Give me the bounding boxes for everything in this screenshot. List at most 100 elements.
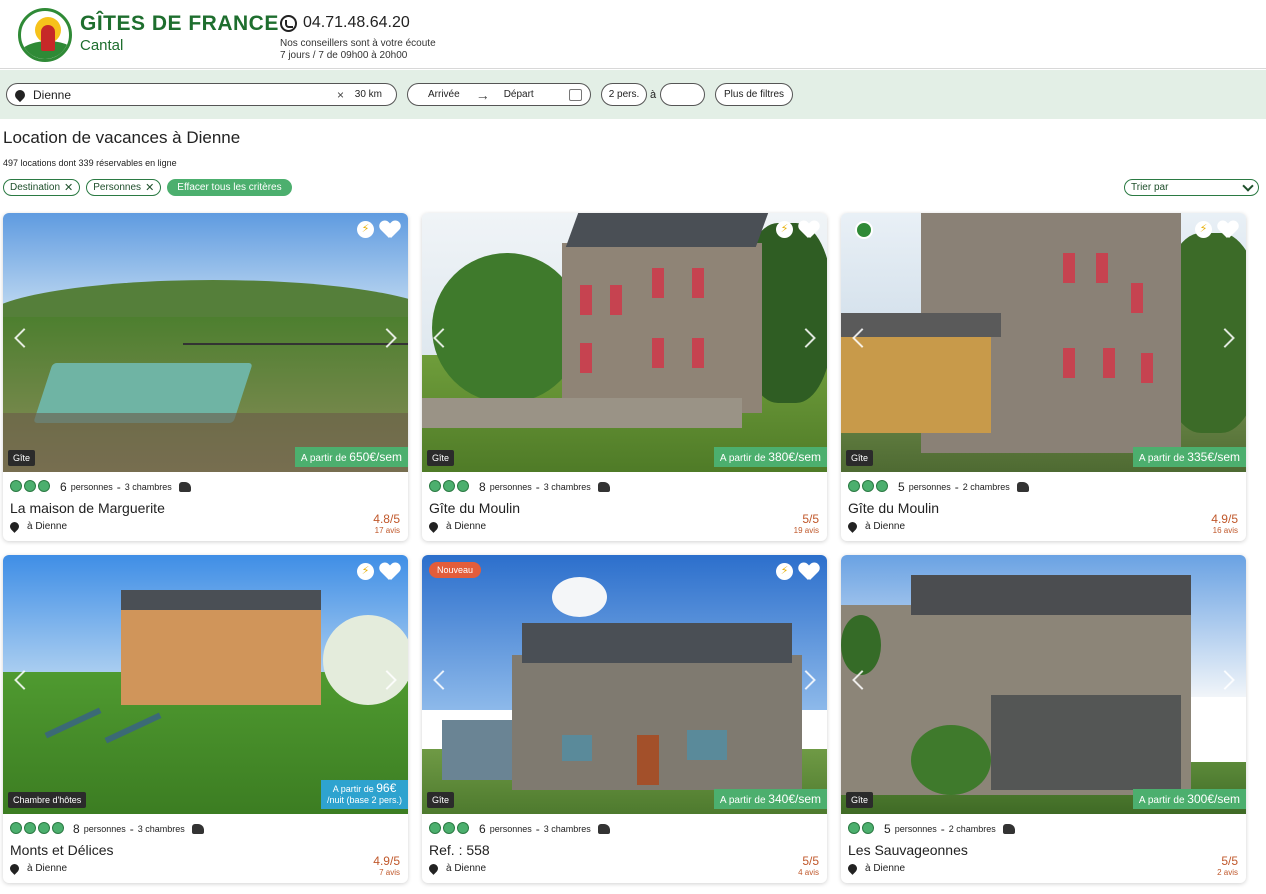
capacity: 8 personnes - 3 chambres	[479, 480, 610, 494]
listing-type-badge: Gîte	[8, 450, 36, 466]
review-score[interactable]: 5/5 2 avis	[1217, 855, 1238, 878]
listing-photo[interactable]: ⚡ Chambre d'hôtes A partir de 96€/nuit (…	[3, 555, 408, 814]
listing-location: à Dienne	[8, 862, 67, 875]
listing-name[interactable]: Monts et Délices	[10, 842, 113, 858]
listing-type-badge: Gîte	[427, 792, 455, 808]
favorite-heart-icon[interactable]	[380, 221, 400, 239]
clear-destination-icon[interactable]: ×	[337, 88, 344, 102]
capacity: 8 personnes - 3 chambres	[73, 822, 204, 836]
remove-filter-icon[interactable]: ✕	[64, 181, 73, 194]
epi-icon	[24, 480, 36, 492]
listing-photo[interactable]: Nouveau ⚡ Gîte A partir de 340€/sem	[422, 555, 827, 814]
listing-card[interactable]: ⚡ Gîte A partir de 650€/sem 6 personnes …	[3, 213, 408, 541]
epi-rating	[10, 480, 50, 492]
brand-title: GÎTES DE FRANCE	[80, 12, 279, 35]
persons-label: personnes	[70, 482, 113, 492]
listing-location: à Dienne	[427, 520, 486, 533]
separator: -	[129, 822, 134, 836]
price-badge: A partir de 380€/sem	[713, 447, 827, 467]
rooms-count: 3 chambres	[543, 482, 591, 492]
clear-all-filters-button[interactable]: Effacer tous les critères	[167, 179, 292, 196]
epi-icon	[457, 822, 469, 834]
calendar-icon	[569, 89, 582, 101]
capacity: 5 personnes - 2 chambres	[884, 822, 1015, 836]
site-header: GÎTES DE FRANCE Cantal 04.71.48.64.20 No…	[0, 0, 1266, 69]
filter-chip-persons[interactable]: Personnes ✕	[86, 179, 162, 196]
listing-type-badge: Chambre d'hôtes	[8, 792, 87, 808]
listing-card[interactable]: Gîte A partir de 300€/sem 5 personnes - …	[841, 555, 1246, 883]
search-bar: Dienne × 30 km Arrivée → Départ 2 pers. …	[0, 70, 1266, 119]
phone-number[interactable]: 04.71.48.64.20	[280, 14, 410, 32]
rooms-count: 2 chambres	[948, 824, 996, 834]
location-text: à Dienne	[865, 863, 906, 874]
listing-name[interactable]: Ref. : 558	[429, 842, 490, 858]
listing-location: à Dienne	[846, 520, 905, 533]
pets-allowed-icon	[191, 824, 204, 834]
review-score[interactable]: 4.9/5 7 avis	[373, 855, 400, 878]
price-prefix: A partir de	[719, 453, 766, 464]
destination-field[interactable]: Dienne × 30 km	[6, 83, 397, 106]
listing-location: à Dienne	[427, 862, 486, 875]
listing-photo[interactable]: ⚡ Gîte A partir de 650€/sem	[3, 213, 408, 472]
favorite-heart-icon[interactable]	[799, 221, 819, 239]
location-pin-icon	[427, 520, 440, 533]
rooms-count: 3 chambres	[543, 824, 591, 834]
persons-to-label: à	[650, 89, 657, 101]
review-score[interactable]: 5/5 19 avis	[794, 513, 819, 536]
epi-icon	[443, 822, 455, 834]
instant-booking-icon: ⚡	[776, 563, 793, 580]
listing-name[interactable]: Gîte du Moulin	[429, 500, 520, 516]
listing-card[interactable]: ⚡ Gîte A partir de 380€/sem 8 personnes …	[422, 213, 827, 541]
epi-icon	[38, 822, 50, 834]
listing-name[interactable]: Gîte du Moulin	[848, 500, 939, 516]
listing-card[interactable]: ⚡ Gîte A partir de 335€/sem 5 personnes …	[841, 213, 1246, 541]
review-score[interactable]: 4.9/5 16 avis	[1211, 512, 1238, 536]
listing-name[interactable]: La maison de Marguerite	[10, 500, 165, 516]
score-value: 4.9/5	[1211, 512, 1238, 526]
departure-date[interactable]: Départ	[504, 89, 534, 100]
epi-rating	[10, 822, 64, 834]
listing-info: 6 personnes - 3 chambres La maison de Ma…	[3, 472, 408, 541]
epi-icon	[24, 822, 36, 834]
rooms-count: 3 chambres	[137, 824, 185, 834]
price-badge: A partir de 96€/nuit (base 2 pers.)	[320, 780, 408, 809]
persons-label: personnes	[489, 824, 532, 834]
price-value: 335€/sem	[1187, 450, 1240, 464]
listing-card[interactable]: ⚡ Chambre d'hôtes A partir de 96€/nuit (…	[3, 555, 408, 883]
sort-select[interactable]: Trier par	[1124, 179, 1259, 196]
epi-icon	[876, 480, 888, 492]
favorite-heart-icon[interactable]	[799, 563, 819, 581]
listing-info: 8 personnes - 3 chambres Gîte du Moulin …	[422, 472, 827, 541]
persons-count: 8	[73, 822, 80, 836]
review-count: 7 avis	[379, 868, 400, 877]
listing-name[interactable]: Les Sauvageonnes	[848, 842, 968, 858]
brand-name[interactable]: GÎTES DE FRANCE Cantal	[80, 12, 279, 54]
listing-photo[interactable]: Gîte A partir de 300€/sem	[841, 555, 1246, 814]
persons-select[interactable]: 2 pers.	[601, 83, 647, 106]
more-filters-button[interactable]: Plus de filtres	[715, 83, 793, 106]
persons-count: 5	[898, 480, 905, 494]
radius-select[interactable]: 30 km	[355, 89, 382, 100]
rooms-count: 3 chambres	[124, 482, 172, 492]
review-score[interactable]: 4.8/5 17 avis	[373, 513, 400, 536]
listing-photo[interactable]: ⚡ Gîte A partir de 380€/sem	[422, 213, 827, 472]
gites-de-france-logo[interactable]	[18, 8, 72, 62]
favorite-heart-icon[interactable]	[1218, 221, 1238, 239]
epi-rating	[429, 480, 469, 492]
favorite-heart-icon[interactable]	[380, 563, 400, 581]
persons-max-input[interactable]	[660, 83, 705, 106]
review-score[interactable]: 5/5 4 avis	[798, 855, 819, 878]
filter-chip-destination[interactable]: Destination ✕	[3, 179, 81, 196]
epi-rating	[429, 822, 469, 834]
date-range-field[interactable]: Arrivée → Départ	[407, 83, 591, 106]
filter-chip-label: Personnes	[93, 182, 142, 193]
arrival-date[interactable]: Arrivée	[428, 89, 460, 100]
pets-allowed-icon	[597, 482, 610, 492]
listing-photo[interactable]: ⚡ Gîte A partir de 335€/sem	[841, 213, 1246, 472]
chevron-down-icon	[1242, 180, 1254, 192]
listing-card[interactable]: Nouveau ⚡ Gîte A partir de 340€/sem 6 pe…	[422, 555, 827, 883]
destination-value: Dienne	[33, 87, 72, 102]
remove-filter-icon[interactable]: ✕	[145, 181, 154, 194]
brand-region: Cantal	[80, 37, 124, 54]
price-value: 300€/sem	[1187, 792, 1240, 806]
